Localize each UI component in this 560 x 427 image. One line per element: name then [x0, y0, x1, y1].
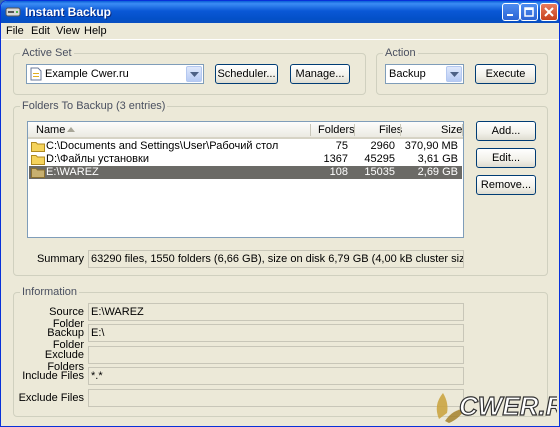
action-dropdown[interactable]	[446, 66, 462, 82]
minimize-button[interactable]	[502, 3, 520, 21]
app-window: Instant Backup File Edit View Help Activ…	[0, 0, 560, 427]
row-folders: 75	[335, 140, 348, 152]
row-files: 45295	[364, 153, 395, 165]
table-row[interactable]: E:\WAREZ 108 15035 2,69 GB	[29, 166, 462, 179]
cwer-logo-watermark: CWER.RU	[436, 390, 557, 423]
menu-bar: File Edit View Help	[1, 23, 559, 40]
backup-folder-field: E:\	[88, 324, 464, 342]
column-separator	[354, 124, 355, 136]
column-separator	[400, 124, 401, 136]
include-files-field: *.*	[88, 367, 464, 385]
manage-button[interactable]: Manage...	[290, 64, 350, 84]
title-bar[interactable]: Instant Backup	[1, 1, 559, 23]
maximize-icon	[524, 7, 534, 17]
backup-folder-label: Backup Folder	[47, 327, 84, 351]
close-icon	[544, 7, 554, 17]
window-title: Instant Backup	[25, 5, 112, 19]
active-set-label: Active Set	[20, 47, 74, 59]
active-set-combo[interactable]: Example Cwer.ru	[26, 64, 204, 84]
row-name: E:\WAREZ	[46, 166, 99, 178]
row-name: D:\Файлы установки	[46, 153, 149, 165]
action-value: Backup	[389, 68, 426, 80]
folder-icon	[31, 142, 45, 152]
exclude-files-label: Exclude Files	[18, 392, 84, 404]
maximize-button[interactable]	[520, 3, 538, 21]
drive-icon	[5, 7, 21, 17]
row-size: 370,90 MB	[404, 140, 458, 152]
row-folders: 1367	[323, 153, 348, 165]
exclude-folders-field	[88, 346, 464, 364]
menu-edit[interactable]: Edit	[31, 25, 50, 37]
close-button[interactable]	[540, 3, 558, 21]
menu-view[interactable]: View	[56, 25, 80, 37]
table-row[interactable]: D:\Файлы установки 1367 45295 3,61 GB	[29, 153, 462, 166]
execute-button[interactable]: Execute	[475, 64, 536, 84]
row-folders: 108	[329, 166, 348, 178]
column-folders[interactable]: Folders	[318, 124, 355, 136]
table-row[interactable]: C:\Documents and Settings\User\Рабочий с…	[29, 140, 462, 153]
include-files-label: Include Files	[22, 370, 84, 382]
column-separator	[310, 124, 311, 136]
row-size: 3,61 GB	[417, 153, 458, 165]
row-files: 2960	[370, 140, 395, 152]
remove-button[interactable]: Remove...	[476, 175, 536, 195]
folders-group-label: Folders To Backup (3 entries)	[20, 100, 168, 112]
list-header: Name Folders Files Size	[28, 122, 463, 139]
folder-icon	[31, 168, 45, 178]
chevron-down-icon	[190, 72, 199, 77]
folders-list[interactable]: Name Folders Files Size C:\Documents and…	[27, 121, 464, 238]
column-name[interactable]: Name	[36, 124, 65, 136]
svg-text:CWER.RU: CWER.RU	[459, 391, 557, 421]
add-button[interactable]: Add...	[476, 121, 536, 141]
summary-field: 63290 files, 1550 folders (6,66 GB), siz…	[88, 250, 464, 268]
chevron-down-icon	[450, 72, 459, 77]
sort-ascending-icon	[67, 127, 75, 132]
menu-help[interactable]: Help	[84, 25, 107, 37]
edit-button[interactable]: Edit...	[476, 148, 536, 168]
active-set-value: Example Cwer.ru	[45, 68, 129, 80]
column-separator	[462, 124, 463, 136]
row-name: C:\Documents and Settings\User\Рабочий с…	[46, 140, 279, 152]
exclude-files-field	[88, 389, 464, 407]
active-set-dropdown[interactable]	[186, 66, 202, 82]
summary-label: Summary	[36, 253, 84, 265]
menu-file[interactable]: File	[6, 25, 24, 37]
action-combo[interactable]: Backup	[385, 64, 464, 84]
document-icon	[30, 67, 42, 81]
row-size: 2,69 GB	[417, 166, 458, 178]
column-size[interactable]: Size	[441, 124, 462, 136]
minimize-icon	[507, 14, 513, 16]
folder-icon	[31, 155, 45, 165]
row-files: 15035	[364, 166, 395, 178]
information-label: Information	[20, 286, 80, 298]
column-files[interactable]: Files	[379, 124, 402, 136]
action-label: Action	[383, 47, 418, 59]
scheduler-button[interactable]: Scheduler...	[215, 64, 278, 84]
source-folder-field: E:\WAREZ	[88, 303, 464, 321]
